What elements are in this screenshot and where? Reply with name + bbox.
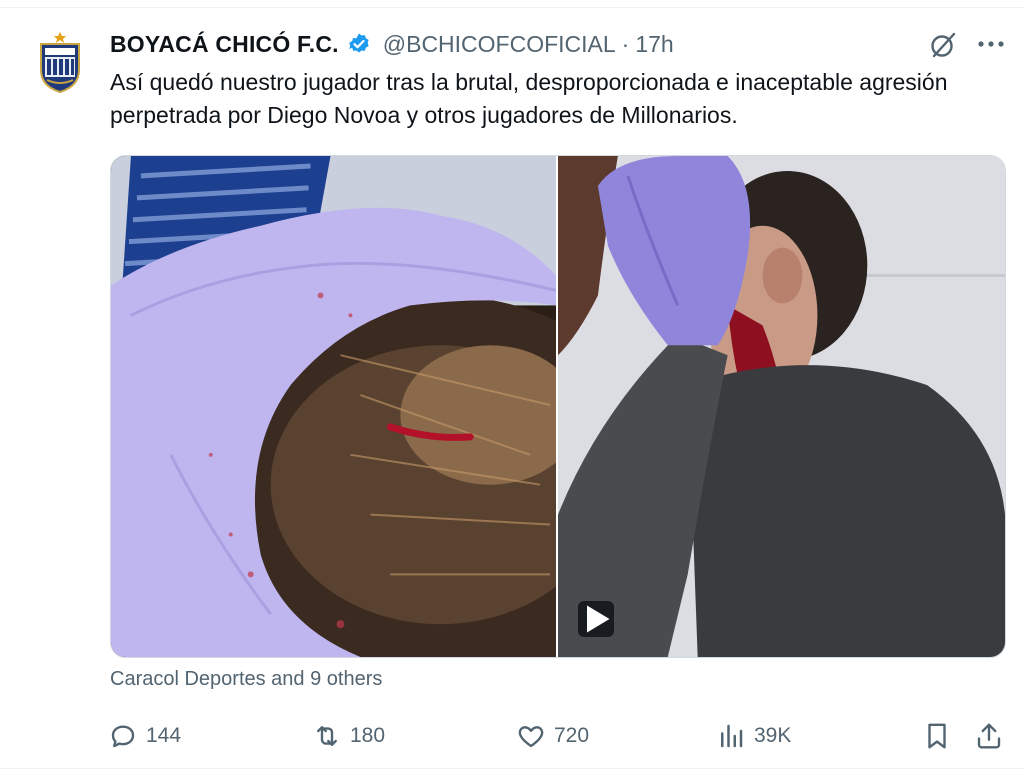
tagged-users-link[interactable]: Caracol Deportes and 9 others [110,668,382,691]
action-bar: 144 180 720 39K [108,716,1008,756]
more-options-icon[interactable] [976,34,1006,54]
bottom-divider [0,768,1024,769]
retweet-button[interactable]: 180 [312,716,385,756]
retweet-icon [317,726,337,746]
display-name[interactable]: BOYACÁ CHICÓ F.C. [110,31,339,58]
timestamp[interactable]: 17h [635,31,673,58]
views-button[interactable]: 39K [716,716,791,756]
reply-count: 144 [146,724,182,747]
like-icon [518,726,544,748]
club-crest-icon [40,32,80,94]
top-divider [0,0,1024,8]
photo-head-wound[interactable] [111,156,556,657]
user-handle[interactable]: @BCHICOFCOFICIAL [383,31,616,58]
like-button[interactable]: 720 [516,716,589,756]
share-icon [977,723,1001,749]
tweet-card[interactable]: BOYACÁ CHICÓ F.C. @BCHICOFCOFICIAL · 17h… [0,0,1024,773]
verified-badge-icon[interactable] [347,32,371,56]
grok-icon[interactable] [928,30,958,60]
play-button[interactable] [578,601,614,637]
separator-dot: · [621,30,630,57]
reply-button[interactable]: 144 [108,716,181,756]
like-count: 720 [554,724,590,747]
tweet-header: BOYACÁ CHICÓ F.C. @BCHICOFCOFICIAL · 17h [110,28,674,60]
tweet-text: Así quedó nuestro jugador tras la brutal… [110,69,948,128]
bookmark-icon [928,723,946,749]
media-grid[interactable] [110,155,1006,658]
views-count: 39K [754,724,792,747]
avatar[interactable] [33,30,87,94]
retweet-count: 180 [350,724,386,747]
video-player-face-bleeding[interactable] [558,156,1005,657]
views-icon [721,724,743,748]
play-icon [587,605,610,633]
reply-icon [111,725,135,748]
share-button[interactable] [974,716,1004,756]
bookmark-button[interactable] [922,716,952,756]
